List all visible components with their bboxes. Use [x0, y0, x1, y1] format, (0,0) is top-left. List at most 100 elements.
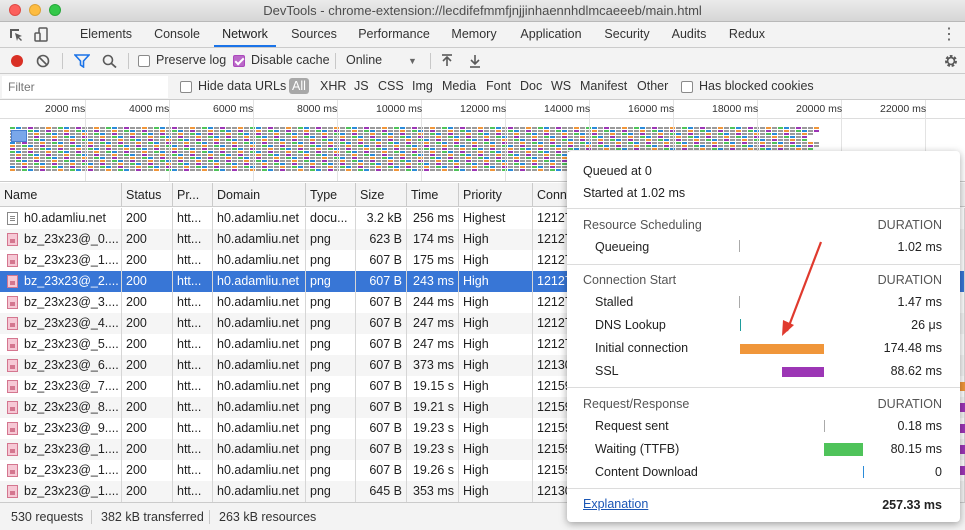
has-blocked-cookies-checkbox[interactable]: [681, 81, 693, 93]
device-toolbar-icon[interactable]: [34, 27, 50, 43]
column-header-type[interactable]: Type: [306, 183, 356, 207]
chevron-down-icon[interactable]: ▼: [408, 56, 417, 66]
overview-segment: [454, 163, 459, 165]
column-header-domain[interactable]: Domain: [213, 183, 306, 207]
settings-gear-icon[interactable]: [943, 53, 959, 69]
tab-console[interactable]: Console: [146, 22, 208, 47]
filter-type-all[interactable]: All: [289, 78, 309, 94]
column-header-status[interactable]: Status: [122, 183, 173, 207]
overview-segment: [46, 133, 51, 135]
overview-segment: [220, 130, 225, 132]
filter-type-xhr[interactable]: XHR: [320, 79, 346, 93]
filter-type-img[interactable]: Img: [412, 79, 433, 93]
overview-segment: [112, 139, 117, 141]
overview-segment: [790, 127, 795, 129]
overview-segment: [238, 166, 243, 168]
overview-segment: [316, 133, 321, 135]
overview-segment: [694, 127, 699, 129]
overview-tick: 18000 ms: [712, 103, 759, 115]
overview-segment: [268, 127, 273, 129]
overview-segment: [130, 163, 135, 165]
overview-segment: [580, 139, 585, 141]
filter-type-ws[interactable]: WS: [551, 79, 571, 93]
filter-type-css[interactable]: CSS: [378, 79, 404, 93]
export-har-icon[interactable]: [469, 53, 481, 69]
overview-segment: [682, 142, 687, 144]
overview-segment: [544, 166, 549, 168]
overview-segment: [52, 169, 57, 171]
overview-segment: [628, 142, 633, 144]
filter-type-media[interactable]: Media: [442, 79, 476, 93]
disable-cache-checkbox[interactable]: [233, 55, 245, 67]
hide-data-urls-checkbox[interactable]: [180, 81, 192, 93]
preserve-log-checkbox[interactable]: [138, 55, 150, 67]
overview-segment: [466, 163, 471, 165]
overview-segment: [508, 142, 513, 144]
overview-segment: [616, 142, 621, 144]
overview-segment: [346, 166, 351, 168]
tab-redux[interactable]: Redux: [722, 22, 772, 47]
record-icon[interactable]: [11, 55, 23, 67]
filter-type-manifest[interactable]: Manifest: [580, 79, 627, 93]
overview-segment: [196, 130, 201, 132]
tab-memory[interactable]: Memory: [444, 22, 504, 47]
column-header-size[interactable]: Size: [356, 183, 407, 207]
import-har-icon[interactable]: [441, 53, 453, 69]
overview-segment: [802, 148, 807, 150]
more-options-icon[interactable]: ⋮: [941, 24, 957, 44]
column-header-time[interactable]: Time: [407, 183, 459, 207]
column-header-name[interactable]: Name: [0, 183, 122, 207]
filter-type-font[interactable]: Font: [486, 79, 511, 93]
overview-segment: [160, 133, 165, 135]
throttling-select[interactable]: Online: [346, 53, 382, 67]
tab-elements[interactable]: Elements: [74, 22, 138, 47]
search-icon[interactable]: [102, 54, 118, 69]
filter-type-doc[interactable]: Doc: [520, 79, 542, 93]
cell-domain: h0.adamliu.net: [217, 421, 300, 435]
filter-input[interactable]: [2, 76, 168, 98]
filter-type-other[interactable]: Other: [637, 79, 668, 93]
cell-proto: htt...: [177, 274, 202, 288]
overview-segment: [748, 130, 753, 132]
column-header-protocol[interactable]: Pr...: [173, 183, 213, 207]
clear-icon[interactable]: [36, 54, 50, 68]
cell-status: 200: [126, 484, 147, 498]
overview-segment: [322, 160, 327, 162]
overview-segment: [46, 154, 51, 156]
tab-application[interactable]: Application: [512, 22, 590, 47]
overview-segment: [448, 142, 453, 144]
overview-segment: [142, 145, 147, 147]
filter-type-js[interactable]: JS: [354, 79, 369, 93]
overview-segment: [328, 139, 333, 141]
overview-segment: [148, 142, 153, 144]
cell-name: bz_23x23@_1....: [24, 484, 119, 498]
overview-segment: [796, 148, 801, 150]
overview-segment: [484, 163, 489, 165]
tab-sources[interactable]: Sources: [284, 22, 344, 47]
overview-segment: [400, 148, 405, 150]
explanation-link[interactable]: Explanation: [583, 497, 648, 511]
overview-segment: [70, 160, 75, 162]
tab-security[interactable]: Security: [598, 22, 656, 47]
overview-segment: [526, 142, 531, 144]
overview-segment: [142, 136, 147, 138]
overview-segment: [784, 142, 789, 144]
overview-segment: [574, 148, 579, 150]
tab-audits[interactable]: Audits: [664, 22, 714, 47]
overview-segment: [112, 163, 117, 165]
column-header-priority[interactable]: Priority: [459, 183, 533, 207]
overview-segment: [118, 136, 123, 138]
overview-segment: [490, 166, 495, 168]
inspect-element-icon[interactable]: [8, 27, 24, 43]
tab-performance[interactable]: Performance: [352, 22, 436, 47]
overview-selection-handle[interactable]: [11, 130, 27, 142]
overview-segment: [268, 145, 273, 147]
tab-network[interactable]: Network: [214, 22, 276, 47]
cell-size: 607 B: [369, 295, 402, 309]
overview-segment: [232, 154, 237, 156]
overview-segment: [124, 139, 129, 141]
overview-segment: [718, 148, 723, 150]
overview-segment: [544, 160, 549, 162]
filter-icon[interactable]: [73, 54, 91, 69]
overview-segment: [274, 145, 279, 147]
